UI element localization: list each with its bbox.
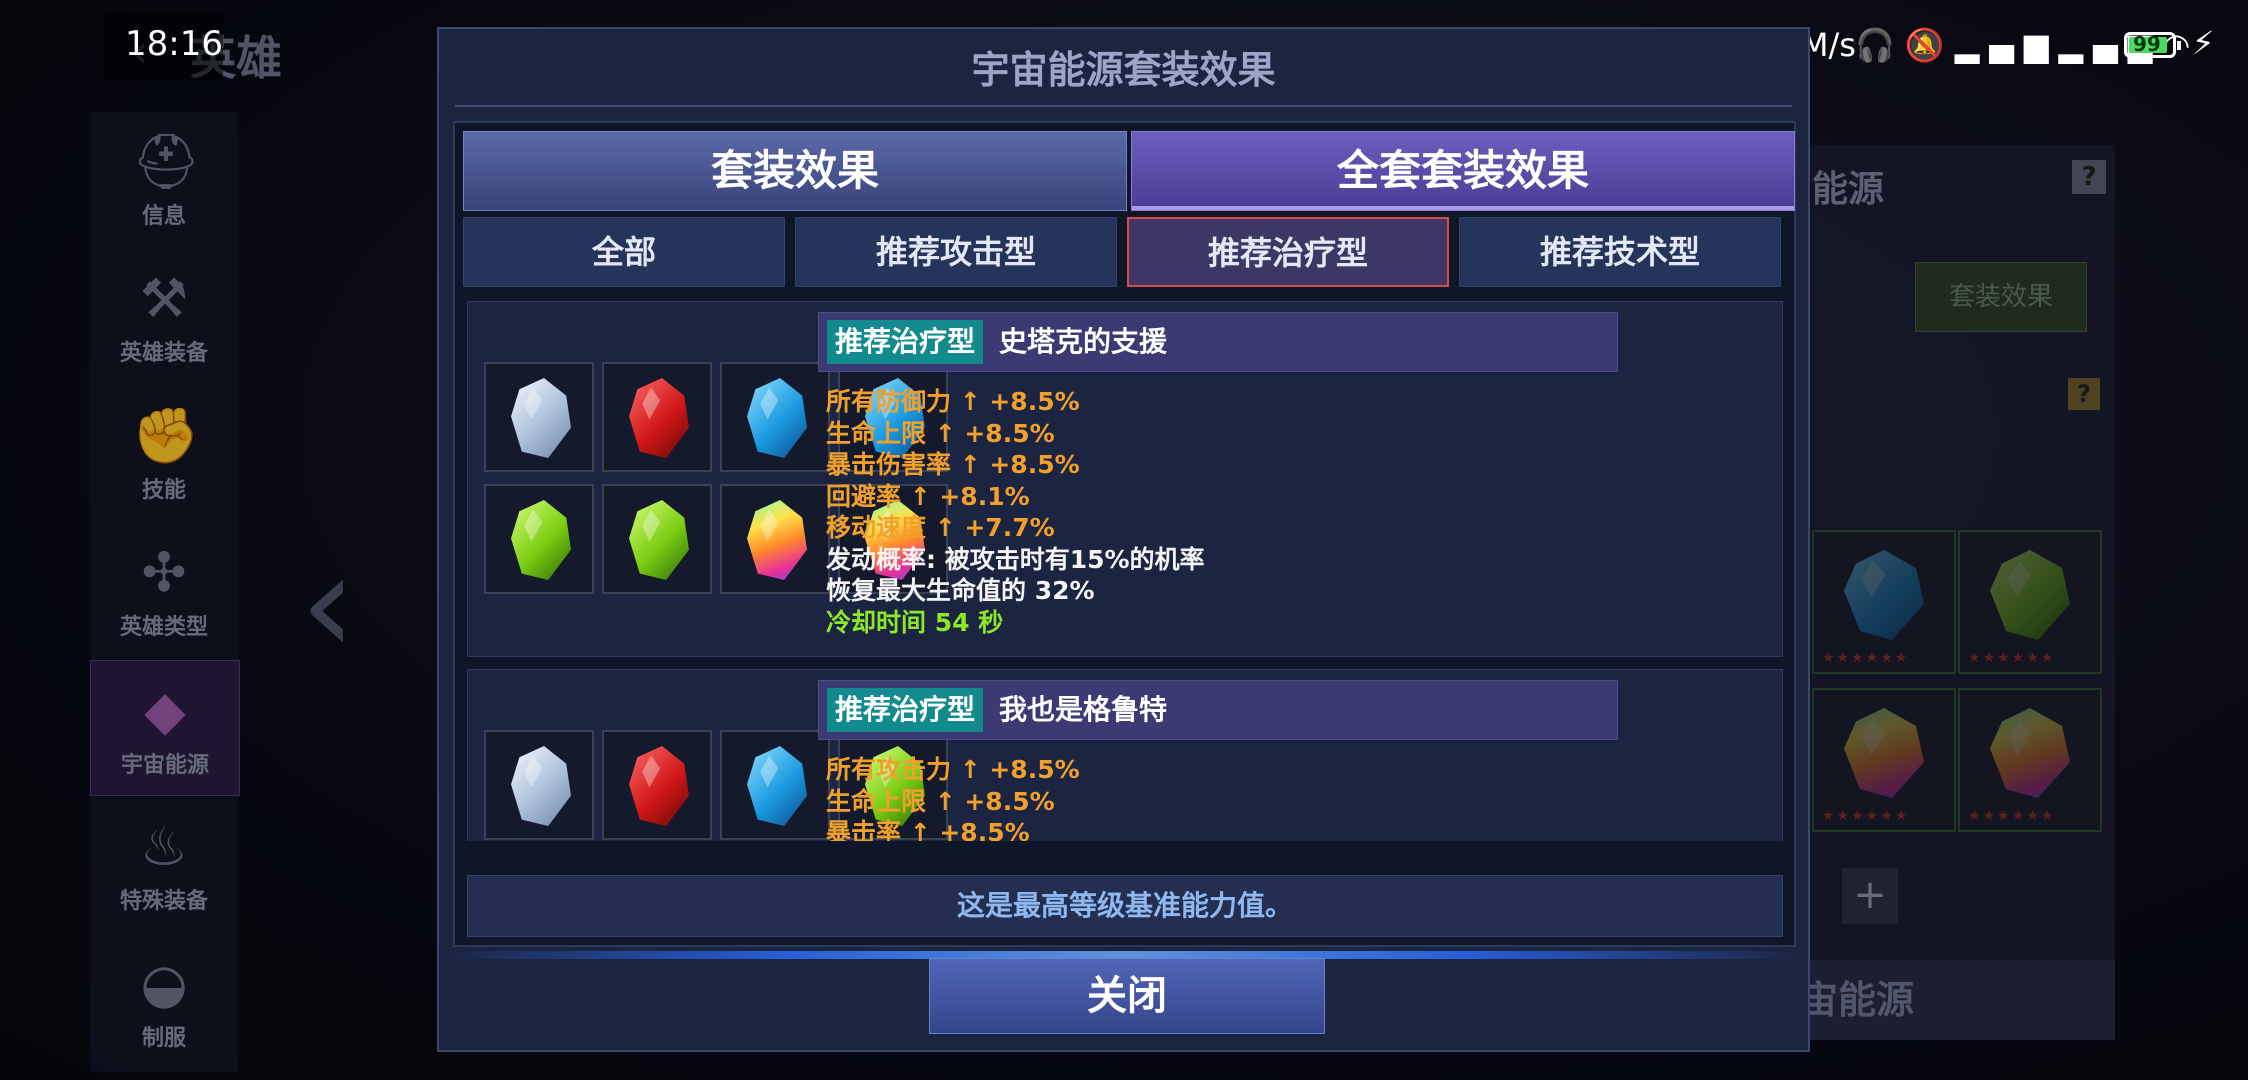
stat-line: 暴击伤害率 ↑ +8.5% [826,450,1080,479]
clock: 18:16 [125,24,223,64]
cooldown-line: 冷却时间 54 秒 [826,607,1004,637]
set-card: 推荐治疗型 史塔克的支援 所有防御力 ↑ +8.5% 生命上限 ↑ +8.5% … [467,301,1783,657]
rainbow-gem-icon [747,500,807,580]
blue-gem-icon [747,378,807,458]
set-name: 史塔克的支援 [999,325,1168,358]
green-gem-icon [511,500,571,580]
set-header: 推荐治疗型 史塔克的支援 [818,312,1618,372]
gem-slot [602,730,712,840]
white-gem-icon [511,378,571,458]
set-stats: 所有防御力 ↑ +8.5% 生命上限 ↑ +8.5% 暴击伤害率 ↑ +8.5%… [826,386,1205,638]
stat-line: 生命上限 ↑ +8.5% [826,786,1055,816]
filter-tab-attack[interactable]: 推荐攻击型 [795,217,1117,287]
stat-line: 暴击率 ↑ +8.5% [826,818,1030,841]
filter-tab-all[interactable]: 全部 [463,217,785,287]
set-name: 我也是格鲁特 [999,693,1168,726]
tab-full-set-effect[interactable]: 全套套装效果 [1131,131,1795,211]
green-gem-icon [629,500,689,580]
set-stats: 所有攻击力 ↑ +8.5% 生命上限 ↑ +8.5% 暴击率 ↑ +8.5% [826,754,1080,841]
set-type-badge: 推荐治疗型 [827,320,984,364]
red-gem-icon [629,746,689,826]
stat-line: 移动速度 ↑ +7.7% [826,513,1055,542]
gem-slot [720,362,830,472]
divider [455,105,1792,107]
gem-slot [602,484,712,594]
stat-line: 发动概率: 被攻击时有15%的机率 [826,544,1205,574]
tab-set-effect[interactable]: 套装效果 [463,131,1127,211]
filter-tab-tech[interactable]: 推荐技术型 [1459,217,1781,287]
gem-slot [484,362,594,472]
set-effect-dialog: 宇宙能源套装效果 套装效果 全套套装效果 全部 推荐攻击型 推荐治疗型 推荐技术… [437,27,1810,1052]
gem-slot [602,362,712,472]
set-card: 推荐治疗型 我也是格鲁特 所有攻击力 ↑ +8.5% 生命上限 ↑ +8.5% … [467,669,1783,841]
gem-slot [720,484,830,594]
gem-slot [720,730,830,840]
stat-line: 恢复最大生命值的 32% [826,576,1095,605]
stat-line: 所有攻击力 ↑ +8.5% [826,755,1080,784]
dialog-title: 宇宙能源套装效果 [971,48,1276,92]
red-gem-icon [629,378,689,458]
set-list[interactable]: 推荐治疗型 史塔克的支援 所有防御力 ↑ +8.5% 生命上限 ↑ +8.5% … [467,301,1783,841]
stat-line: 生命上限 ↑ +8.5% [826,418,1055,448]
stat-line: 回避率 ↑ +8.1% [826,481,1030,511]
charging-icon: ⚡ [2192,24,2215,62]
set-header: 推荐治疗型 我也是格鲁特 [818,680,1618,740]
stat-line: 所有防御力 ↑ +8.5% [826,387,1080,416]
battery-level: 99 [2133,32,2161,56]
filter-tab-heal[interactable]: 推荐治疗型 [1127,217,1449,287]
signal-icon: ▂▄▆ [1954,26,2059,64]
headphones-icon: 🎧 [1855,26,1905,64]
dialog-body: 套装效果 全套套装效果 全部 推荐攻击型 推荐治疗型 推荐技术型 推荐治疗型 史… [453,121,1796,947]
set-type-badge: 推荐治疗型 [827,688,984,732]
max-level-note: 这是最高等级基准能力值。 [467,875,1783,937]
white-gem-icon [511,746,571,826]
gem-slot [484,484,594,594]
bell-off-icon: 🔕 [1904,26,1955,64]
battery-icon: 99 [2124,32,2181,58]
blue-gem-icon [747,746,807,826]
close-button[interactable]: 关闭 [929,958,1325,1034]
gem-slot [484,730,594,840]
